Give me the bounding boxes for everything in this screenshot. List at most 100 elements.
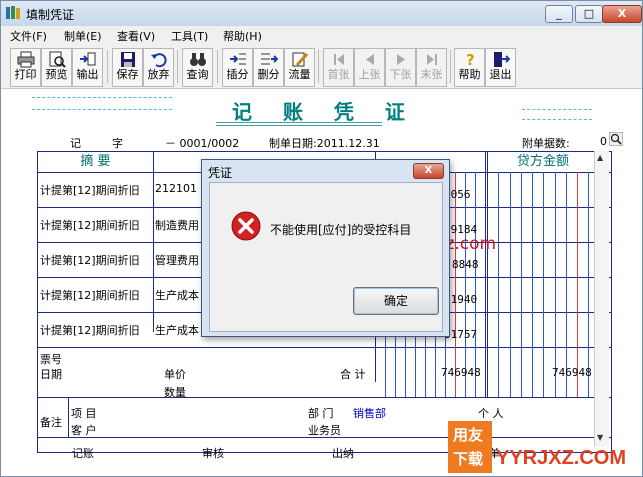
menu-edit[interactable]: 制单(E) (64, 28, 102, 44)
vertical-scrollbar[interactable]: ▲ ▼ (594, 151, 609, 447)
amount-digit-line (577, 172, 579, 397)
logo-badge: 用友 下载 (448, 421, 492, 473)
delete-row-icon (260, 53, 278, 65)
menu-tools[interactable]: 工具(T) (171, 28, 208, 44)
customer-label: 客 户 (71, 424, 97, 437)
export-button[interactable]: 输出 (72, 48, 103, 87)
toolbar: 打印 预览 输出 保存 放弃 查询 插分 删分 流量 首张 上张 下张 末张 ?… (1, 45, 642, 89)
amount-digit-line (475, 172, 476, 397)
decor-line (32, 97, 172, 98)
flow-button[interactable]: 流量 (284, 48, 315, 87)
audit-label: 审核 (202, 447, 224, 460)
attach-label: 附单据数: (522, 137, 570, 150)
title-underline (216, 122, 382, 123)
ok-button[interactable]: 确定 (353, 287, 439, 315)
exit-button[interactable]: 退出 (485, 48, 516, 87)
amount-digit-line (532, 172, 534, 397)
amount-digit-line (554, 172, 556, 397)
print-button[interactable]: 打印 (10, 48, 41, 87)
row-summary[interactable]: 计提第[12]期间折旧 (40, 287, 140, 303)
first-voucher-button[interactable]: 首张 (323, 48, 354, 87)
menu-file[interactable]: 文件(F) (10, 28, 47, 44)
person-label: 个 人 (478, 407, 504, 420)
logo-text: YYRJXZ.COM (496, 447, 627, 469)
row-summary[interactable]: 计提第[12]期间折旧 (40, 217, 140, 233)
grid-line (38, 397, 611, 398)
toolbar-separator (217, 50, 218, 83)
menu-bar: 文件(F) 制单(E) 查看(V) 工具(T) 帮助(H) (1, 26, 642, 45)
exit-icon (493, 52, 510, 67)
voucher-date[interactable]: 制单日期:2011.12.31 (269, 135, 380, 151)
amount-digit-line (465, 172, 466, 397)
title-underline (216, 125, 382, 126)
amount-digit-line (455, 172, 456, 397)
scroll-up-icon[interactable]: ▲ (597, 153, 603, 162)
row-account[interactable]: 生产成本 (155, 322, 199, 338)
cashier-label: 出纳 (332, 447, 354, 460)
row-summary[interactable]: 计提第[12]期间折旧 (40, 182, 140, 198)
preview-button[interactable]: 预览 (41, 48, 72, 87)
svg-text:?: ? (466, 51, 475, 68)
decor-line (522, 109, 592, 110)
dialog-close-button[interactable]: X (413, 163, 444, 179)
next-voucher-button[interactable]: 下张 (385, 48, 416, 87)
row-summary[interactable]: 计提第[12]期间折旧 (40, 322, 140, 338)
voucher-title: 记 账 凭 证 (232, 100, 417, 124)
amount-digit-line (520, 172, 522, 397)
magnifier-icon[interactable] (609, 132, 623, 146)
quantity-label: 数量 (164, 386, 186, 399)
dialog-title: 凭证 (208, 166, 233, 180)
salesman-label: 业务员 (308, 424, 341, 437)
window-title: 填制凭证 (26, 8, 75, 22)
menu-help[interactable]: 帮助(H) (223, 28, 262, 44)
binoculars-icon (189, 53, 206, 66)
dept-value[interactable]: 销售部 (353, 405, 386, 421)
save-button[interactable]: 保存 (112, 48, 143, 87)
menu-view[interactable]: 查看(V) (117, 28, 155, 44)
minimize-button[interactable]: _ (545, 5, 573, 23)
col-summary-header: 摘 要 (80, 154, 111, 169)
grid-line (68, 397, 69, 437)
date-label: 日期 (40, 368, 62, 381)
next-icon (396, 54, 405, 65)
row-summary[interactable]: 计提第[12]期间折旧 (40, 252, 140, 268)
last-voucher-button[interactable]: 末张 (416, 48, 447, 87)
row-account[interactable]: 管理费用 (155, 252, 199, 268)
main-window: 填制凭证 _ □ X 文件(F) 制单(E) 查看(V) 工具(T) 帮助(H)… (0, 0, 643, 477)
project-label: 项 目 (71, 407, 97, 420)
prev-voucher-button[interactable]: 上张 (354, 48, 385, 87)
unit-price-label: 单价 (164, 368, 186, 381)
ticket-no-label: 票号 (40, 353, 62, 366)
close-button[interactable]: X (602, 5, 642, 23)
row-debit[interactable]: 8848 (452, 258, 479, 271)
total-credit: 746948 (552, 366, 592, 379)
maximize-button[interactable]: □ (575, 5, 603, 23)
help-button[interactable]: ? 帮助 (454, 48, 485, 87)
amount-digit-line (498, 172, 500, 397)
printer-icon (17, 51, 34, 68)
prev-icon (365, 54, 374, 65)
dept-label: 部 门 (308, 407, 334, 420)
dialog-body: 不能使用[应付]的受控科目 确定 (209, 182, 443, 332)
attach-count[interactable]: 0 (600, 135, 607, 148)
row-account[interactable]: 生产成本 (155, 287, 199, 303)
dialog-message: 不能使用[应付]的受控科目 (270, 223, 412, 237)
row-account[interactable]: 212101 (155, 182, 197, 195)
insert-row-button[interactable]: 插分 (222, 48, 253, 87)
col-credit-header: 贷方金额 (516, 154, 569, 169)
query-button[interactable]: 查询 (182, 48, 213, 87)
toolbar-separator (177, 50, 178, 83)
remark-label: 备注 (40, 416, 62, 429)
error-icon (231, 211, 261, 241)
total-debit: 746948 (441, 366, 481, 379)
delete-row-button[interactable]: 删分 (253, 48, 284, 87)
voucher-type[interactable]: 记 (70, 135, 81, 151)
site-logo: 用友 下载 YYRJXZ.COM (448, 421, 638, 476)
total-label: 合 计 (340, 368, 366, 381)
discard-button[interactable]: 放弃 (143, 48, 174, 87)
first-icon (333, 54, 344, 65)
undo-icon (150, 53, 167, 68)
title-bar[interactable]: 填制凭证 _ □ X (1, 1, 642, 26)
row-account[interactable]: 制造费用 (155, 217, 199, 233)
toolbar-separator (450, 50, 451, 83)
